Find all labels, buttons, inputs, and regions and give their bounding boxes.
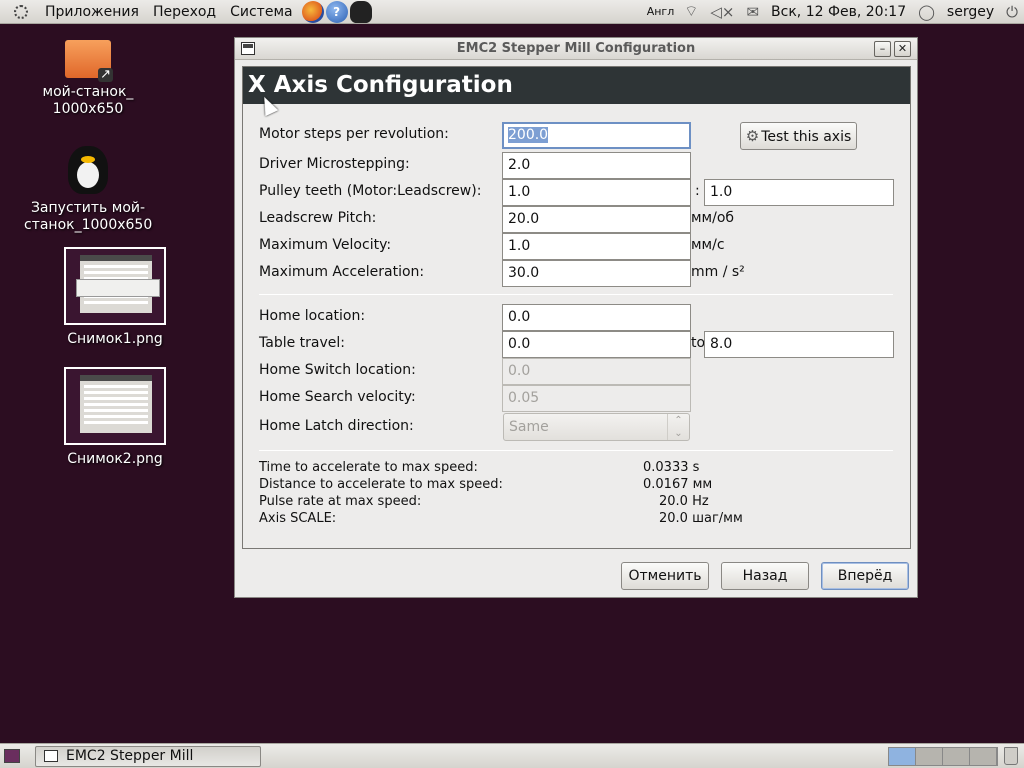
cancel-button[interactable]: Отменить <box>621 562 709 590</box>
separator <box>259 294 893 295</box>
max-velocity-input[interactable]: 1.0 <box>502 233 691 260</box>
back-button[interactable]: Назад <box>721 562 809 590</box>
pulse-rate-value: 20.0 Hz <box>659 494 709 509</box>
microstepping-input[interactable]: 2.0 <box>502 152 691 179</box>
accel-time-label: Time to accelerate to max speed: <box>259 460 478 475</box>
separator <box>259 450 893 451</box>
test-axis-button[interactable]: ⚙ Test this axis <box>740 122 857 150</box>
tux-launcher-icon <box>68 146 108 194</box>
motor-steps-input[interactable]: 200.0 <box>502 122 691 149</box>
microstepping-label: Driver Microstepping: <box>259 156 410 172</box>
desktop-icon-label: Снимок1.png <box>67 331 163 347</box>
home-latch-label: Home Latch direction: <box>259 418 414 434</box>
gear-icon: ⚙ <box>745 127 760 145</box>
max-velocity-unit: мм/с <box>691 237 725 253</box>
network-icon[interactable]: ⌔ <box>678 2 704 21</box>
username[interactable]: sergey <box>941 4 1000 20</box>
workspace-1[interactable] <box>889 748 916 765</box>
home-switch-input: 0.0 <box>502 358 691 385</box>
workspace-3[interactable] <box>943 748 970 765</box>
table-travel-from-input[interactable]: 0.0 <box>502 331 691 358</box>
home-switch-label: Home Switch location: <box>259 362 416 378</box>
desktop-icon-machine-folder[interactable]: мой-станок_ 1000x650 <box>24 40 152 118</box>
pulley-motor-input[interactable]: 1.0 <box>502 179 691 206</box>
motor-steps-label: Motor steps per revolution: <box>259 126 449 142</box>
config-dialog: EMC2 Stepper Mill Configuration – ✕ X Ax… <box>234 37 918 598</box>
user-icon: ◯ <box>918 2 935 21</box>
pulley-leadscrew-input[interactable]: 1.0 <box>704 179 894 206</box>
show-desktop-icon[interactable] <box>4 749 20 763</box>
accel-distance-value: 0.0167 мм <box>643 477 713 492</box>
folder-link-icon <box>65 40 113 82</box>
menu-applications[interactable]: Приложения <box>38 0 146 24</box>
pitch-unit: мм/об <box>691 210 735 226</box>
menu-places[interactable]: Переход <box>146 0 223 24</box>
pitch-input[interactable]: 20.0 <box>502 206 691 233</box>
keyboard-layout-indicator[interactable]: Англ <box>639 5 679 18</box>
tux-icon[interactable] <box>349 0 372 23</box>
pulse-rate-label: Pulse rate at max speed: <box>259 494 422 509</box>
mail-icon[interactable]: ✉ <box>740 3 765 21</box>
window-icon <box>44 750 58 762</box>
accel-distance-label: Distance to accelerate to max speed: <box>259 477 503 492</box>
power-icon[interactable]: ⏻ <box>1000 3 1024 21</box>
desktop-icon-label: Снимок2.png <box>67 451 163 467</box>
taskbar-item-config[interactable]: EMC2 Stepper Mill Configu... <box>35 746 261 768</box>
ubuntu-logo-icon[interactable] <box>14 4 28 19</box>
combo-arrows-icon: ⌃ ⌄ <box>667 414 689 440</box>
taskbar-item-label: EMC2 Stepper Mill Configu... <box>66 748 194 768</box>
workspace-4[interactable] <box>970 748 997 765</box>
table-travel-label: Table travel: <box>259 335 345 351</box>
bottom-panel: EMC2 Stepper Mill Configu... <box>0 743 1024 768</box>
pulley-separator: : <box>695 183 700 199</box>
max-accel-unit: mm / s² <box>691 264 745 280</box>
desktop-icon-screenshot2[interactable]: Снимок2.png <box>51 367 179 468</box>
clock[interactable]: Вск, 12 Фев, 20:17 <box>765 4 912 20</box>
axis-scale-value: 20.0 шаг/мм <box>659 511 743 526</box>
content-frame: X Axis Configuration Motor steps per rev… <box>242 66 911 549</box>
help-icon[interactable]: ? <box>325 0 348 23</box>
forward-button[interactable]: Вперёд <box>821 562 909 590</box>
window-title: EMC2 Stepper Mill Configuration <box>456 41 696 56</box>
accel-time-value: 0.0333 s <box>643 460 700 475</box>
home-search-label: Home Search velocity: <box>259 389 416 405</box>
home-search-input: 0.05 <box>502 385 691 412</box>
home-location-label: Home location: <box>259 308 366 324</box>
max-accel-label: Maximum Acceleration: <box>259 264 425 280</box>
max-accel-input[interactable]: 30.0 <box>502 260 691 287</box>
home-latch-select: Same ⌃ ⌄ <box>503 413 690 441</box>
max-velocity-label: Maximum Velocity: <box>259 237 392 253</box>
close-button[interactable]: ✕ <box>894 41 911 57</box>
top-panel: Приложения Переход Система ? Англ ⌔ ◁× ✉… <box>0 0 1024 24</box>
desktop-icon-screenshot1[interactable]: Снимок1.png <box>51 247 179 348</box>
minimize-button[interactable]: – <box>874 41 891 57</box>
firefox-icon[interactable] <box>301 0 324 23</box>
workspace-switcher[interactable] <box>888 747 998 766</box>
desktop-icon-label: мой-станок_ 1000x650 <box>42 84 134 117</box>
workspace-2[interactable] <box>916 748 943 765</box>
desktop-icon-label: Запустить мой-станок_1000x650 <box>24 200 153 233</box>
axis-scale-label: Axis SCALE: <box>259 511 337 526</box>
trash-icon[interactable] <box>1004 747 1018 765</box>
pulley-label: Pulley teeth (Motor:Leadscrew): <box>259 183 482 199</box>
volume-icon[interactable]: ◁× <box>704 3 740 21</box>
page-title: X Axis Configuration <box>243 67 910 104</box>
desktop-icon-launcher[interactable]: Запустить мой-станок_1000x650 <box>24 146 152 234</box>
menu-system[interactable]: Система <box>223 0 299 24</box>
image-thumbnail <box>64 247 166 325</box>
image-thumbnail <box>64 367 166 445</box>
table-travel-to-input[interactable]: 8.0 <box>704 331 894 358</box>
table-travel-to-label: to <box>691 335 706 351</box>
window-titlebar[interactable]: EMC2 Stepper Mill Configuration – ✕ <box>235 38 917 60</box>
pitch-label: Leadscrew Pitch: <box>259 210 377 226</box>
home-location-input[interactable]: 0.0 <box>502 304 691 331</box>
